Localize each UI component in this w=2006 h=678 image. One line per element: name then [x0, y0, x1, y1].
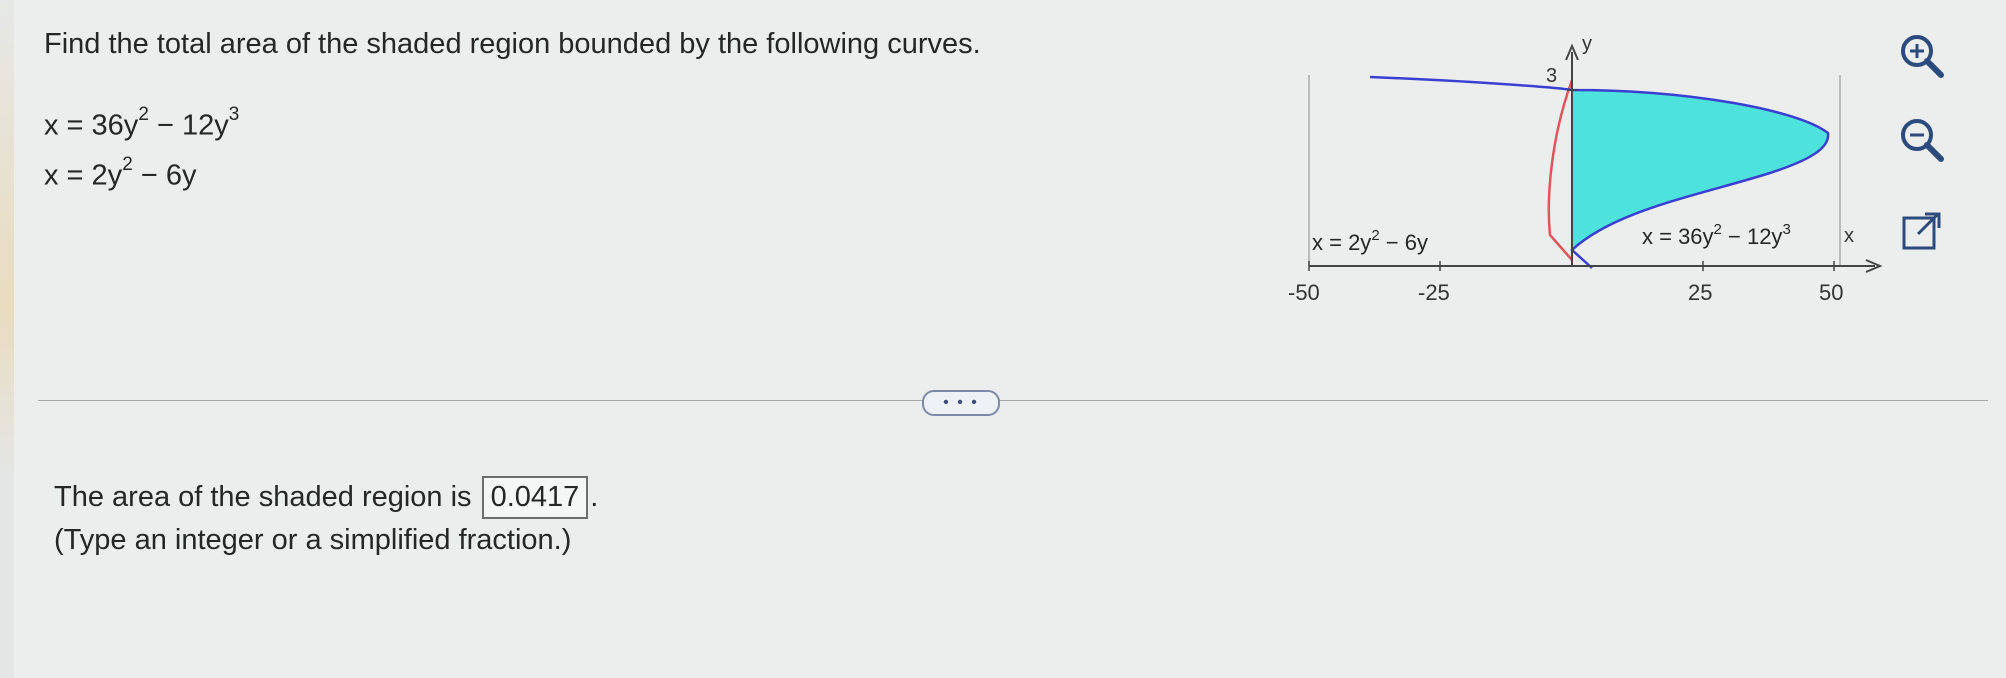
x-tick-label: 25	[1688, 280, 1712, 305]
question-text: Find the total area of the shaded region…	[44, 28, 981, 60]
equation-2: x = 2y2 − 6y	[44, 154, 197, 192]
answer-prefix: The area of the shaded region is	[54, 481, 472, 513]
expand-ellipsis-button[interactable]: • • •	[922, 390, 1000, 416]
equation-1: x = 36y2 − 12y3	[44, 104, 240, 142]
zoom-out-button[interactable]	[1890, 108, 1954, 172]
x-tick-label: -50	[1288, 280, 1320, 305]
x-tick-label: 50	[1819, 280, 1843, 305]
zoom-out-icon	[1901, 119, 1944, 162]
y-axis-label: y	[1582, 33, 1592, 55]
y-tick-label: 3	[1546, 65, 1557, 87]
answer-input[interactable]: 0.0417	[481, 476, 589, 519]
zoom-in-icon	[1901, 35, 1944, 78]
answer-suffix: .	[590, 481, 599, 513]
section-divider	[38, 400, 1988, 401]
open-external-icon	[1902, 212, 1941, 250]
answer-hint: (Type an integer or a simplified fractio…	[54, 524, 572, 556]
x-axis-label: x	[1844, 225, 1854, 247]
open-external-button[interactable]	[1890, 200, 1954, 264]
region-graph: y x 3 -50 -25 25 50 x = 2y2 − 6y x = 36y…	[1288, 33, 1883, 305]
answer-line: The area of the shaded region is 0.0417 …	[54, 476, 598, 519]
left-edge-strip	[0, 0, 14, 678]
x-tick-label: -25	[1418, 280, 1450, 305]
zoom-in-button[interactable]	[1890, 24, 1954, 88]
curve-1-label: x = 2y2 − 6y	[1312, 227, 1428, 255]
curve-2-label: x = 36y2 − 12y3	[1642, 221, 1791, 249]
red-curve	[1547, 79, 1574, 261]
